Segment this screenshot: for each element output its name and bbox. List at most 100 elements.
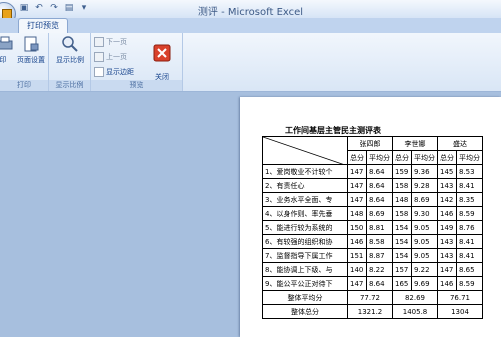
average-score-cell: 8.69 bbox=[411, 192, 438, 207]
total-score-cell: 147 bbox=[347, 192, 367, 207]
table-row: 1、爱岗敬业不计较个 147 8.64 159 9.36 145 8.53 bbox=[262, 164, 483, 179]
next-page-label: 下一页 bbox=[106, 38, 127, 46]
total-row: 整体总分 1321.2 1405.8 1304 bbox=[262, 304, 483, 319]
subheader-avg: 平均分 bbox=[366, 150, 393, 165]
table-row: 6、有较强的组织和协 146 8.58 154 9.05 143 8.41 bbox=[262, 234, 483, 249]
row-label: 5、能进行较为系统的 bbox=[262, 220, 348, 235]
print-button[interactable]: 印 bbox=[0, 35, 13, 65]
total-score-cell: 147 bbox=[347, 164, 367, 179]
total-score-cell: 146 bbox=[437, 206, 457, 221]
title-bar: ▣ ↶ ↷ ▤ ▾ 测评 - Microsoft Excel bbox=[0, 0, 501, 26]
table-row: 2、有责任心 147 8.64 158 9.28 143 8.41 bbox=[262, 178, 483, 193]
average-score-cell: 8.41 bbox=[456, 234, 483, 249]
average-score-cell: 8.87 bbox=[366, 248, 393, 263]
average-score-cell: 8.64 bbox=[366, 192, 393, 207]
average-value: 77.72 bbox=[347, 290, 393, 305]
total-value: 1321.2 bbox=[347, 304, 393, 319]
table-row: 5、能进行较为系统的 150 8.81 154 9.05 149 8.76 bbox=[262, 220, 483, 235]
total-score-cell: 148 bbox=[392, 192, 412, 207]
table-row: 3、业务水平全面、专 147 8.64 148 8.69 142 8.35 bbox=[262, 192, 483, 207]
row-label: 9、能公平公正对待下 bbox=[262, 276, 348, 291]
show-margins-label: 显示边距 bbox=[106, 68, 134, 76]
group-print: 印 页面设置 打印 bbox=[0, 33, 49, 91]
total-score-cell: 146 bbox=[347, 234, 367, 249]
subheader-total: 总分 bbox=[392, 150, 412, 165]
average-score-cell: 8.22 bbox=[366, 262, 393, 277]
show-margins-checkbox[interactable]: 显示边距 bbox=[94, 67, 134, 77]
next-page-button[interactable]: 下一页 bbox=[94, 37, 127, 47]
printer-icon bbox=[0, 36, 13, 50]
total-score-cell: 159 bbox=[392, 164, 412, 179]
print-label: 印 bbox=[0, 56, 7, 64]
zoom-button[interactable]: 显示比例 bbox=[53, 35, 87, 65]
total-score-cell: 158 bbox=[392, 178, 412, 193]
person-header: 盛达 bbox=[437, 136, 483, 151]
total-score-cell: 147 bbox=[437, 262, 457, 277]
average-score-cell: 8.59 bbox=[456, 206, 483, 221]
diagonal-line bbox=[263, 137, 342, 164]
ribbon: 印 页面设置 打印 显示比例 显示比例 下一页 上一页 显示边距 关闭 打印预览 bbox=[0, 33, 501, 92]
total-score-cell: 154 bbox=[392, 220, 412, 235]
total-score-cell: 147 bbox=[347, 178, 367, 193]
group-preview: 下一页 上一页 显示边距 关闭 打印预览 预览 bbox=[91, 33, 183, 91]
average-score-cell: 8.53 bbox=[456, 164, 483, 179]
total-value: 1405.8 bbox=[392, 304, 438, 319]
average-score-cell: 9.05 bbox=[411, 220, 438, 235]
group-zoom: 显示比例 显示比例 bbox=[49, 33, 91, 91]
total-score-cell: 165 bbox=[392, 276, 412, 291]
total-score-cell: 143 bbox=[437, 248, 457, 263]
row-label: 4、以身作则、率先垂 bbox=[262, 206, 348, 221]
previous-page-label: 上一页 bbox=[106, 53, 127, 61]
average-score-cell: 8.76 bbox=[456, 220, 483, 235]
row-label: 3、业务水平全面、专 bbox=[262, 192, 348, 207]
average-score-cell: 9.69 bbox=[411, 276, 438, 291]
table-row: 8、能协调上下级、与 140 8.22 157 9.22 147 8.65 bbox=[262, 262, 483, 277]
average-score-cell: 9.28 bbox=[411, 178, 438, 193]
average-score-cell: 8.41 bbox=[456, 178, 483, 193]
row-label: 6、有较强的组织和协 bbox=[262, 234, 348, 249]
previous-page-button[interactable]: 上一页 bbox=[94, 52, 127, 62]
table-body: 1、爱岗敬业不计较个 147 8.64 159 9.36 145 8.53 2、有责任心 147… bbox=[262, 164, 483, 291]
subheader-avg: 平均分 bbox=[411, 150, 438, 165]
average-score-cell: 9.30 bbox=[411, 206, 438, 221]
total-score-cell: 140 bbox=[347, 262, 367, 277]
total-score-cell: 142 bbox=[437, 192, 457, 207]
group-label-preview: 预览 bbox=[91, 80, 182, 91]
close-icon bbox=[153, 44, 171, 62]
row-label: 2、有责任心 bbox=[262, 178, 348, 193]
average-score-cell: 8.69 bbox=[366, 206, 393, 221]
subheader-avg: 平均分 bbox=[456, 150, 483, 165]
next-page-icon bbox=[94, 37, 104, 47]
checkbox-icon bbox=[94, 67, 104, 77]
average-row: 整体平均分 77.72 82.69 76.71 bbox=[262, 290, 483, 305]
total-score-cell: 149 bbox=[437, 220, 457, 235]
total-score-cell: 148 bbox=[347, 206, 367, 221]
average-score-cell: 8.64 bbox=[366, 178, 393, 193]
group-label-zoom: 显示比例 bbox=[49, 80, 90, 91]
total-score-cell: 146 bbox=[437, 276, 457, 291]
subheader-total: 总分 bbox=[347, 150, 367, 165]
corner-cell bbox=[262, 136, 348, 165]
average-score-cell: 8.64 bbox=[366, 276, 393, 291]
average-score-cell: 8.64 bbox=[366, 164, 393, 179]
table-row: 9、能公平公正对待下 147 8.64 165 9.69 146 8.59 bbox=[262, 276, 483, 291]
excel-window: ▣ ↶ ↷ ▤ ▾ 测评 - Microsoft Excel 打印预览 印 页面… bbox=[0, 0, 501, 337]
total-score-cell: 158 bbox=[392, 206, 412, 221]
table-row: 7、监督指导下属工作 151 8.87 154 9.05 143 8.41 bbox=[262, 248, 483, 263]
page-setup-button[interactable]: 页面设置 bbox=[14, 35, 48, 65]
average-score-cell: 8.65 bbox=[456, 262, 483, 277]
total-label: 整体总分 bbox=[262, 304, 348, 319]
total-score-cell: 154 bbox=[392, 234, 412, 249]
average-score-cell: 9.22 bbox=[411, 262, 438, 277]
page-setup-label: 页面设置 bbox=[17, 56, 45, 64]
page-setup-icon bbox=[24, 36, 39, 52]
window-title: 测评 - Microsoft Excel bbox=[197, 7, 304, 18]
total-score-cell: 147 bbox=[347, 276, 367, 291]
average-score-cell: 9.05 bbox=[411, 248, 438, 263]
total-score-cell: 143 bbox=[437, 234, 457, 249]
group-label-print: 打印 bbox=[0, 80, 48, 91]
average-score-cell: 9.05 bbox=[411, 234, 438, 249]
average-score-cell: 8.41 bbox=[456, 248, 483, 263]
total-score-cell: 150 bbox=[347, 220, 367, 235]
tab-print-preview[interactable]: 打印预览 bbox=[18, 18, 68, 34]
